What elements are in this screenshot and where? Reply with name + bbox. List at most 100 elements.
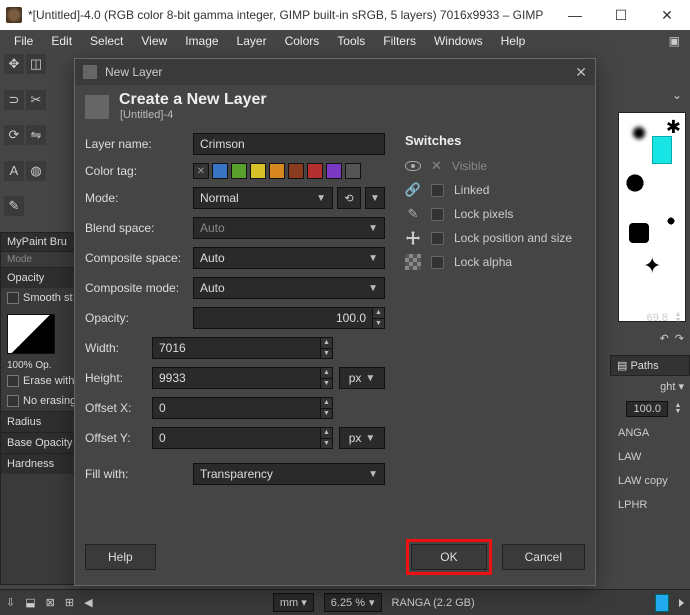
mode-select[interactable]: Normal▼: [193, 187, 333, 209]
offset-x-spinner[interactable]: ▲▼: [152, 397, 333, 419]
composite-mode-select[interactable]: Auto▼: [193, 277, 385, 299]
spin-up-icon[interactable]: ▲: [320, 338, 332, 348]
nav-prev-icon[interactable]: ↶: [660, 332, 669, 345]
close-dialog-button[interactable]: ✕: [575, 64, 587, 81]
offset-unit-select[interactable]: px▼: [339, 427, 385, 449]
spinner-arrows[interactable]: ▲▼: [672, 403, 684, 415]
fg-color-swatch[interactable]: [652, 136, 672, 164]
zoom-dropdown[interactable]: 6.25 %▾: [324, 593, 382, 612]
checkbox[interactable]: [431, 208, 444, 221]
nav-next-icon[interactable]: ↷: [675, 332, 684, 345]
color-tag-swatch[interactable]: [250, 163, 266, 179]
color-tag-swatch[interactable]: [288, 163, 304, 179]
tool-flip[interactable]: ⇋: [26, 125, 46, 145]
height-input[interactable]: [153, 371, 320, 385]
menu-file[interactable]: File: [6, 32, 41, 50]
opacity-spinner[interactable]: ▲▼: [193, 307, 385, 329]
tool-rotate[interactable]: ⟳: [4, 125, 24, 145]
switch-lock-pixels[interactable]: ✎ Lock pixels: [405, 202, 585, 226]
spin-down-icon[interactable]: ▼: [372, 318, 384, 328]
composite-space-select[interactable]: Auto▼: [193, 247, 385, 269]
fg-color-indicator[interactable]: [655, 594, 669, 612]
status-icon[interactable]: ⊠: [46, 596, 55, 609]
switch-lock-position[interactable]: Lock position and size: [405, 226, 585, 250]
ok-button[interactable]: OK: [411, 544, 486, 570]
opacity-input[interactable]: [194, 311, 372, 325]
close-window-button[interactable]: ✕: [644, 0, 690, 30]
color-tag-swatch[interactable]: [326, 163, 342, 179]
color-tag-swatch[interactable]: [212, 163, 228, 179]
status-icon[interactable]: ⇩: [6, 596, 15, 609]
menu-tools[interactable]: Tools: [329, 32, 373, 50]
color-tag-swatch[interactable]: [269, 163, 285, 179]
mode-menu-button[interactable]: ▼: [365, 187, 385, 209]
mode-reset-button[interactable]: ⟲: [337, 187, 361, 209]
tool-text[interactable]: A: [4, 161, 24, 181]
collapse-icon[interactable]: ▣: [661, 32, 690, 50]
status-icon[interactable]: ⬓: [25, 596, 35, 609]
fill-with-select[interactable]: Transparency▼: [193, 463, 385, 485]
maximize-button[interactable]: ☐: [598, 0, 644, 30]
switch-linked[interactable]: 🔗 Linked: [405, 178, 585, 202]
expand-icon[interactable]: [679, 599, 684, 607]
menu-layer[interactable]: Layer: [229, 32, 275, 50]
menu-image[interactable]: Image: [177, 32, 226, 50]
spin-up-icon[interactable]: ▲: [372, 308, 384, 318]
color-tag-swatch[interactable]: [345, 163, 361, 179]
layer-item[interactable]: LAW: [610, 445, 690, 469]
light-dropdown[interactable]: ght ▾: [660, 380, 684, 393]
status-icon[interactable]: ⊞: [65, 596, 74, 609]
width-spinner[interactable]: ▲▼: [152, 337, 333, 359]
size-unit-select[interactable]: px▼: [339, 367, 385, 389]
checkbox[interactable]: [431, 184, 444, 197]
menu-edit[interactable]: Edit: [43, 32, 80, 50]
status-icon[interactable]: ◀: [84, 596, 92, 609]
spin-down-icon[interactable]: ▼: [320, 378, 332, 388]
menu-view[interactable]: View: [133, 32, 175, 50]
layer-item[interactable]: LAW copy: [610, 469, 690, 493]
height-spinner[interactable]: ▲▼: [152, 367, 333, 389]
chevron-down-icon[interactable]: ⌄: [672, 88, 682, 102]
cancel-button[interactable]: Cancel: [502, 544, 585, 570]
menu-windows[interactable]: Windows: [426, 32, 491, 50]
checkbox[interactable]: [431, 232, 444, 245]
offset-x-input[interactable]: [153, 401, 320, 415]
switch-visible[interactable]: ✕ Visible: [405, 154, 585, 178]
layer-item[interactable]: ANGA: [610, 421, 690, 445]
tool-crop[interactable]: ✂: [26, 90, 46, 110]
spin-down-icon[interactable]: ▼: [320, 408, 332, 418]
right-dock: ⌄ 69.8 ▲▼ ↶ ↷ ▤ Paths ght ▾ 100.0 ▲▼ ANG…: [610, 82, 690, 585]
color-tag-swatch[interactable]: [307, 163, 323, 179]
color-tag-swatch[interactable]: [231, 163, 247, 179]
offset-y-input[interactable]: [153, 431, 320, 445]
tool-select[interactable]: ◫: [26, 54, 46, 74]
menu-colors[interactable]: Colors: [277, 32, 328, 50]
menu-select[interactable]: Select: [82, 32, 131, 50]
blend-space-select[interactable]: Auto▼: [193, 217, 385, 239]
menu-help[interactable]: Help: [493, 32, 534, 50]
tool-lasso[interactable]: ⊃: [4, 90, 24, 110]
switch-lock-alpha[interactable]: Lock alpha: [405, 250, 585, 274]
help-button[interactable]: Help: [85, 544, 156, 570]
paths-tab[interactable]: ▤ Paths: [610, 355, 690, 376]
tool-brush[interactable]: ✎: [4, 196, 24, 216]
spinner-arrows[interactable]: ▲▼: [672, 312, 684, 324]
layer-item[interactable]: LPHR: [610, 493, 690, 517]
checkbox[interactable]: [431, 256, 444, 269]
tool-move[interactable]: ✥: [4, 54, 24, 74]
brush-swatch[interactable]: [7, 314, 55, 354]
color-tag-none[interactable]: [193, 163, 209, 179]
tool-bucket[interactable]: ◍: [26, 161, 46, 181]
unit-dropdown[interactable]: mm ▾: [273, 593, 314, 612]
layer-name-input[interactable]: [193, 133, 385, 155]
spin-down-icon[interactable]: ▼: [320, 348, 332, 358]
opacity-value[interactable]: 100.0: [626, 401, 668, 417]
spin-up-icon[interactable]: ▲: [320, 398, 332, 408]
spin-up-icon[interactable]: ▲: [320, 368, 332, 378]
menu-filters[interactable]: Filters: [375, 32, 424, 50]
spin-up-icon[interactable]: ▲: [320, 428, 332, 438]
spin-down-icon[interactable]: ▼: [320, 438, 332, 448]
offset-y-spinner[interactable]: ▲▼: [152, 427, 333, 449]
width-input[interactable]: [153, 341, 320, 355]
minimize-button[interactable]: —: [552, 0, 598, 30]
